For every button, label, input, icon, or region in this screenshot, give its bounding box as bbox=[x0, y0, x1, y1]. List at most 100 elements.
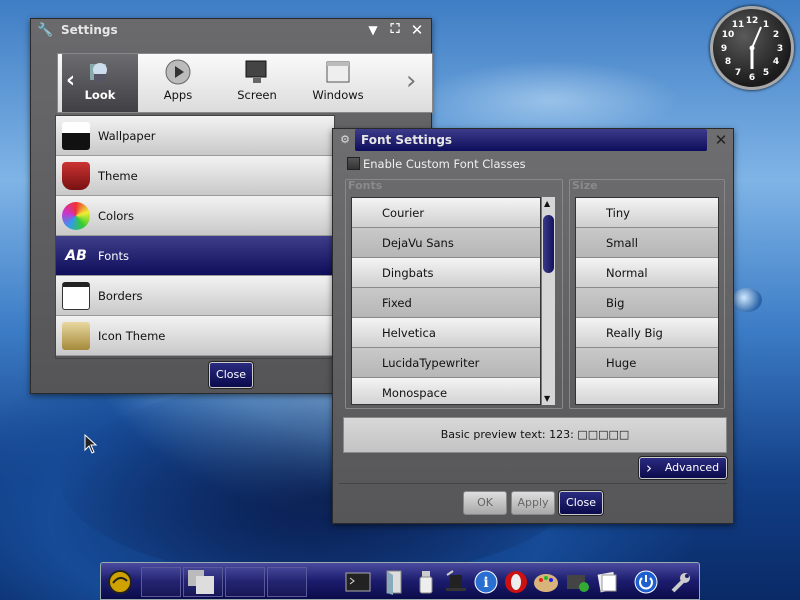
mouse-pointer-icon bbox=[84, 434, 98, 454]
chevron-right-icon: › bbox=[646, 459, 652, 477]
advanced-button[interactable]: › Advanced bbox=[639, 457, 727, 479]
list-item-colors[interactable]: Colors bbox=[56, 196, 334, 236]
fonts-group-label: Fonts bbox=[348, 179, 383, 192]
fonts-icon: AB bbox=[65, 247, 87, 264]
terminal-icon[interactable] bbox=[345, 569, 371, 595]
wallpaper-icon bbox=[62, 121, 90, 150]
app-icon: ⚙ bbox=[340, 133, 350, 146]
desktop-pager-1[interactable] bbox=[141, 567, 181, 597]
list-item[interactable]: Normal bbox=[576, 258, 718, 288]
chevron-left-icon[interactable]: ‹ bbox=[66, 68, 75, 93]
maximize-icon[interactable]: ⛶ bbox=[387, 22, 403, 38]
scrollbar-thumb[interactable] bbox=[543, 215, 554, 273]
list-item-borders[interactable]: Borders bbox=[56, 276, 334, 316]
list-item[interactable]: Really Big bbox=[576, 318, 718, 348]
list-item[interactable]: Fixed bbox=[352, 288, 540, 318]
size-group-label: Size bbox=[572, 179, 598, 192]
close-icon[interactable]: ✕ bbox=[713, 132, 729, 148]
desktop-pager-4[interactable] bbox=[267, 567, 307, 597]
font-list[interactable]: Courier DejaVu Sans Dingbats Fixed Helve… bbox=[351, 197, 541, 405]
size-list[interactable]: Tiny Small Normal Big Really Big Huge bbox=[575, 197, 719, 405]
look-icon bbox=[90, 63, 107, 82]
pager-window-thumb bbox=[196, 576, 214, 594]
close-icon[interactable]: ✕ bbox=[409, 22, 425, 38]
clock-number: 1 bbox=[763, 20, 769, 30]
clock-number: 10 bbox=[722, 30, 735, 40]
dialog-separator bbox=[339, 483, 727, 484]
scroll-up-icon[interactable]: ▲ bbox=[544, 199, 550, 208]
clock-number: 8 bbox=[725, 57, 731, 67]
enable-custom-fonts-checkbox[interactable] bbox=[347, 157, 360, 170]
start-menu-icon[interactable] bbox=[107, 569, 133, 595]
usb-drive-icon[interactable] bbox=[413, 569, 439, 595]
list-item-label: Icon Theme bbox=[98, 328, 166, 343]
list-item[interactable]: LucidaTypewriter bbox=[352, 348, 540, 378]
font-settings-window: ⚙ Font Settings ✕ Enable Custom Font Cla… bbox=[332, 128, 734, 524]
list-item[interactable]: Big bbox=[576, 288, 718, 318]
palette-icon[interactable] bbox=[533, 569, 559, 595]
notes-icon[interactable] bbox=[595, 569, 621, 595]
list-item-theme[interactable]: Theme bbox=[56, 156, 334, 196]
tab-look[interactable]: ‹ Look bbox=[62, 54, 138, 112]
tab-windows[interactable]: Windows bbox=[298, 54, 378, 112]
clock-minute-hand bbox=[751, 26, 762, 49]
list-item-wallpaper[interactable]: Wallpaper bbox=[56, 116, 334, 156]
windows-icon bbox=[326, 61, 350, 83]
clock-widget[interactable]: 12 1 2 3 4 5 6 7 8 9 10 11 bbox=[710, 6, 794, 90]
desktop-pager-3[interactable] bbox=[225, 567, 265, 597]
list-item[interactable]: Dingbats bbox=[352, 258, 540, 288]
tab-look-label: Look bbox=[84, 88, 116, 102]
settings-item-list: Wallpaper Theme Colors AB Fonts Borders I… bbox=[55, 115, 335, 359]
file-manager-icon[interactable] bbox=[381, 569, 407, 595]
theme-icon bbox=[62, 161, 90, 190]
list-item[interactable]: Helvetica bbox=[352, 318, 540, 348]
clock-number: 3 bbox=[777, 44, 783, 54]
wrench-icon[interactable] bbox=[667, 569, 693, 595]
apply-button[interactable]: Apply bbox=[511, 491, 555, 515]
list-item[interactable]: Small bbox=[576, 228, 718, 258]
list-item[interactable]: Monospace bbox=[352, 378, 540, 404]
desktop-pager-2[interactable] bbox=[183, 567, 223, 597]
power-icon[interactable] bbox=[633, 569, 659, 595]
apps-icon bbox=[165, 59, 191, 85]
clock-number: 11 bbox=[732, 20, 745, 30]
svg-text:i: i bbox=[483, 575, 488, 591]
borders-icon bbox=[62, 281, 90, 310]
list-item[interactable]: Courier bbox=[352, 198, 540, 228]
magic-hat-icon[interactable] bbox=[443, 569, 469, 595]
list-item[interactable]: Tiny bbox=[576, 198, 718, 228]
settings-title: Settings bbox=[61, 23, 118, 37]
list-item[interactable]: DejaVu Sans bbox=[352, 228, 540, 258]
clock-face: 12 1 2 3 4 5 6 7 8 9 10 11 bbox=[721, 16, 783, 83]
list-item-label: Wallpaper bbox=[98, 128, 156, 143]
list-item-icon-theme[interactable]: Icon Theme bbox=[56, 316, 334, 356]
tab-apps-label: Apps bbox=[163, 88, 193, 102]
clock-number: 9 bbox=[721, 44, 727, 54]
close-button[interactable]: Close bbox=[559, 491, 603, 515]
ok-button[interactable]: OK bbox=[463, 491, 507, 515]
chevron-right-icon[interactable]: › bbox=[406, 66, 416, 96]
list-item-empty bbox=[576, 378, 718, 404]
list-item-label: Theme bbox=[98, 168, 138, 183]
clock-number: 5 bbox=[763, 68, 769, 78]
advanced-label: Advanced bbox=[664, 461, 720, 474]
screen-icon bbox=[245, 60, 267, 83]
list-item[interactable]: Huge bbox=[576, 348, 718, 378]
tab-screen[interactable]: Screen bbox=[220, 54, 294, 112]
settings-close-button[interactable]: Close bbox=[209, 362, 253, 388]
minimize-chevron-icon[interactable]: ▼ bbox=[365, 22, 381, 38]
opera-browser-icon[interactable] bbox=[503, 569, 529, 595]
font-preview: Basic preview text: 123: □□□□□ bbox=[343, 417, 727, 453]
category-bar: ‹ Look Apps Screen Windows › bbox=[57, 53, 433, 113]
scroll-down-icon[interactable]: ▼ bbox=[544, 394, 550, 403]
clock-number: 6 bbox=[749, 73, 755, 83]
tab-windows-label: Windows bbox=[312, 88, 364, 102]
video-editor-icon[interactable] bbox=[565, 569, 591, 595]
palette-icon bbox=[62, 201, 90, 230]
tab-apps[interactable]: Apps bbox=[142, 54, 214, 112]
font-list-scrollbar[interactable]: ▲ ▼ bbox=[541, 197, 555, 405]
font-settings-titlebar[interactable]: Font Settings bbox=[355, 129, 707, 151]
wrench-icon: 🔧 bbox=[37, 22, 54, 38]
info-icon[interactable]: i bbox=[473, 569, 499, 595]
list-item-fonts[interactable]: AB Fonts bbox=[56, 236, 334, 276]
